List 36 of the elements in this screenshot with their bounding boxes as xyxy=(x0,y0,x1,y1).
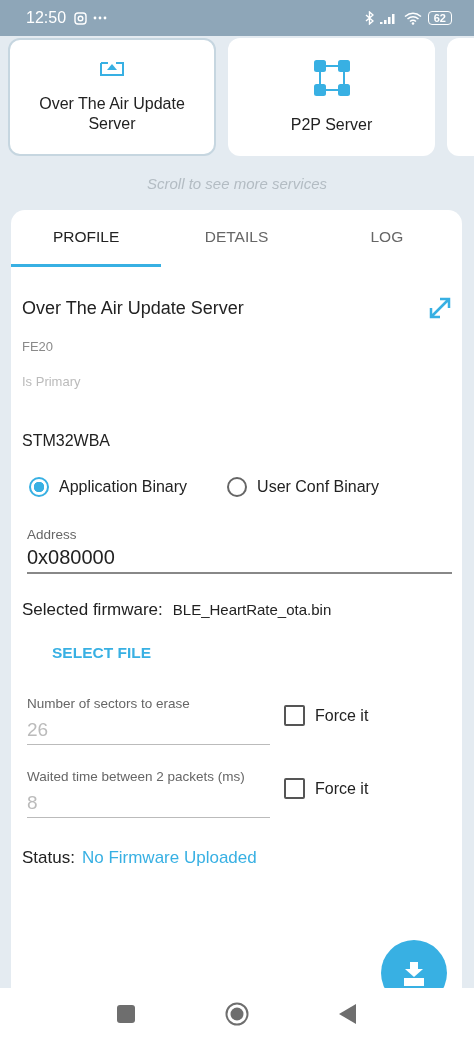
radio-option[interactable]: User Conf Binary xyxy=(227,477,379,497)
service-card[interactable]: Over The Air Update Server xyxy=(8,38,216,156)
primary-label: Is Primary xyxy=(22,374,82,389)
signal-icon xyxy=(379,12,398,24)
firmware-label: Selected firmware: xyxy=(22,600,163,620)
tab[interactable]: PROFILE xyxy=(11,210,162,267)
firmware-name: BLE_HeartRate_ota.bin xyxy=(172,601,332,618)
service-title: Over The Air Update Server xyxy=(22,297,244,319)
checkbox-icon[interactable] xyxy=(284,705,305,726)
force-checkbox[interactable]: Force it xyxy=(284,778,369,799)
camera-app-icon xyxy=(74,11,88,25)
radio-icon[interactable] xyxy=(29,477,49,497)
field-label: Waited time between 2 packets (ms) xyxy=(27,769,246,784)
field-label: Number of sectors to erase xyxy=(27,696,191,711)
bluetooth-icon xyxy=(364,11,374,25)
force-checkbox[interactable]: Force it xyxy=(284,705,369,726)
checkbox-icon[interactable] xyxy=(284,778,305,799)
network-icon xyxy=(312,59,351,97)
clock-time: 12:50 xyxy=(26,9,67,27)
tab[interactable]: DETAILS xyxy=(161,210,312,267)
tab[interactable]: LOG xyxy=(311,210,462,267)
service-card[interactable]: P2P Server xyxy=(228,38,435,156)
back-icon[interactable] xyxy=(339,1004,357,1024)
radio-option[interactable]: Application Binary xyxy=(29,477,188,497)
status-label: Status: xyxy=(22,848,75,868)
home-icon[interactable] xyxy=(225,1002,249,1026)
download-icon xyxy=(401,960,427,986)
service-uuid: FE20 xyxy=(22,339,55,354)
more-icon xyxy=(93,16,108,20)
status-value: No Firmware Uploaded xyxy=(81,848,257,868)
wifi-icon xyxy=(403,11,422,25)
battery-level: 62 xyxy=(427,11,452,25)
upload-icon xyxy=(100,60,124,76)
radio-icon[interactable] xyxy=(227,477,248,497)
field-label: Address xyxy=(27,527,78,542)
board-name: STM32WBA xyxy=(22,432,111,450)
